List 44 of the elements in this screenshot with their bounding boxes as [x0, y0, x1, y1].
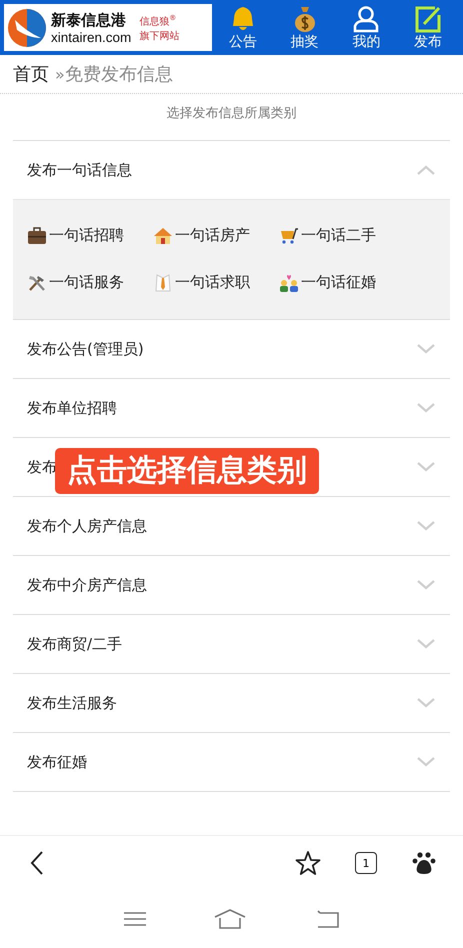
- tools-icon: [27, 274, 47, 292]
- breadcrumb-separator: »: [55, 64, 65, 84]
- nav-button[interactable]: 公告: [228, 4, 258, 50]
- briefcase-icon: [27, 226, 47, 244]
- chevron-down-icon: [416, 697, 436, 709]
- user-icon: [351, 4, 382, 32]
- tabs-button[interactable]: 1: [355, 852, 377, 874]
- logo-panel[interactable]: 新泰信息港 xintairen.com 信息狼$^{®}$ 旗下网站: [4, 4, 212, 51]
- menu-icon[interactable]: [124, 911, 146, 927]
- nav-button[interactable]: 我的: [351, 4, 382, 50]
- chevron-down-icon: [416, 343, 436, 355]
- house-icon: [153, 226, 173, 244]
- nav-button[interactable]: 发布: [413, 4, 444, 50]
- tagline-text: 信息狼$^{®}$: [139, 13, 178, 30]
- tie-icon: [153, 274, 173, 292]
- subcategory-link[interactable]: 一句话招聘: [27, 226, 153, 245]
- cart-icon: [279, 226, 299, 244]
- site-name: 新泰信息港: [51, 10, 127, 30]
- return-icon[interactable]: [314, 909, 339, 929]
- logo-icon: [7, 8, 47, 48]
- star-icon[interactable]: [295, 850, 321, 876]
- chevron-down-icon: [416, 461, 436, 473]
- chevron-down-icon: [416, 520, 436, 532]
- nav-button[interactable]: 抽奖: [290, 4, 320, 50]
- back-icon[interactable]: [30, 850, 44, 876]
- hint-toast: 点击选择信息类别: [55, 448, 319, 494]
- home-icon[interactable]: [214, 909, 246, 929]
- subcategory-link[interactable]: 一句话征婚: [279, 273, 405, 292]
- chevron-up-icon: [416, 164, 436, 176]
- chevron-down-icon: [416, 756, 436, 768]
- site-domain: xintairen.com: [51, 30, 132, 44]
- home-link[interactable]: 首页: [13, 62, 49, 86]
- chevron-down-icon: [416, 638, 436, 650]
- tagline-text: 旗下网站: [139, 30, 180, 44]
- subcategory-link[interactable]: 一句话二手: [279, 226, 405, 245]
- subcategory-link[interactable]: 一句话房产: [153, 226, 279, 245]
- subcategory-link[interactable]: 一句话服务: [27, 273, 153, 292]
- paw-icon[interactable]: [411, 850, 437, 876]
- chevron-down-icon: [416, 579, 436, 591]
- couple-icon: [279, 274, 299, 292]
- subcategory-link[interactable]: 一句话求职: [153, 273, 279, 292]
- chevron-down-icon: [416, 402, 436, 414]
- breadcrumb-current: 免费发布信息: [64, 63, 173, 86]
- edit-icon: [413, 4, 444, 32]
